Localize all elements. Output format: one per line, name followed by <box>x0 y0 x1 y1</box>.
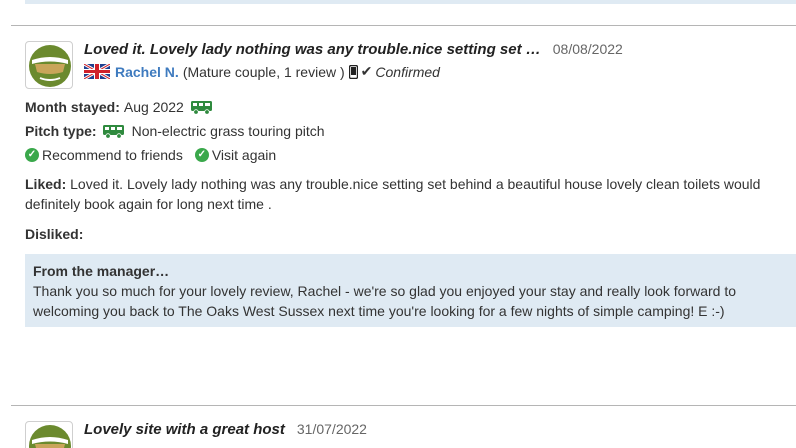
mobile-phone-icon <box>348 64 358 79</box>
review-card: Lovely site with a great host 31/07/2022 <box>25 421 796 448</box>
check-circle-icon: ✓ <box>25 148 39 162</box>
pitch-type-value: Non-electric grass touring pitch <box>131 123 325 139</box>
campervan-icon <box>190 101 212 115</box>
month-stayed-label: Month stayed: <box>25 99 120 115</box>
review-date: 08/08/2022 <box>552 41 623 57</box>
review-card: Loved it. Lovely lady nothing was any tr… <box>25 41 796 341</box>
avatar-icon[interactable] <box>25 421 73 448</box>
reviewer-name-link[interactable]: Rachel N. <box>115 64 179 80</box>
liked-section: Liked: Loved it. Lovely lady nothing was… <box>25 174 796 214</box>
confirmed-label: Confirmed <box>375 63 440 80</box>
review-header: Lovely site with a great host 31/07/2022 <box>84 421 784 438</box>
review-header: Loved it. Lovely lady nothing was any tr… <box>84 41 784 80</box>
review-title: Lovely site with a great host <box>84 421 285 438</box>
disliked-section: Disliked: <box>25 224 796 244</box>
recommend-to-friends: Recommend to friends <box>42 147 183 163</box>
visit-again: Visit again <box>211 147 277 163</box>
review-divider <box>11 25 796 26</box>
manager-response-title: From the manager… <box>33 263 170 279</box>
review-date: 31/07/2022 <box>296 421 367 437</box>
manager-response: From the manager… Thank you so much for … <box>25 254 796 327</box>
check-circle-icon: ✓ <box>194 148 209 162</box>
previous-manager-response-panel <box>25 0 796 4</box>
pitch-type-label: Pitch type: <box>25 123 97 139</box>
manager-response-text: Thank you so much for your lovely review… <box>33 283 737 319</box>
review-title: Loved it. Lovely lady nothing was any tr… <box>84 41 541 58</box>
avatar-icon[interactable] <box>25 41 73 89</box>
checkmark-icon: ✔ <box>360 63 373 79</box>
reviewer-meta: (Mature couple, 1 review ) <box>182 63 345 80</box>
review-details: Month stayed: Aug 2022 Pitch type: Non-e… <box>25 95 796 167</box>
uk-flag-icon <box>84 64 110 79</box>
liked-label: Liked: <box>25 176 67 192</box>
liked-text: Loved it. Lovely lady nothing was any tr… <box>25 176 761 212</box>
month-stayed-value: Aug 2022 <box>123 99 184 115</box>
disliked-label: Disliked: <box>25 226 84 242</box>
campervan-icon <box>102 125 124 139</box>
review-divider <box>11 405 796 406</box>
